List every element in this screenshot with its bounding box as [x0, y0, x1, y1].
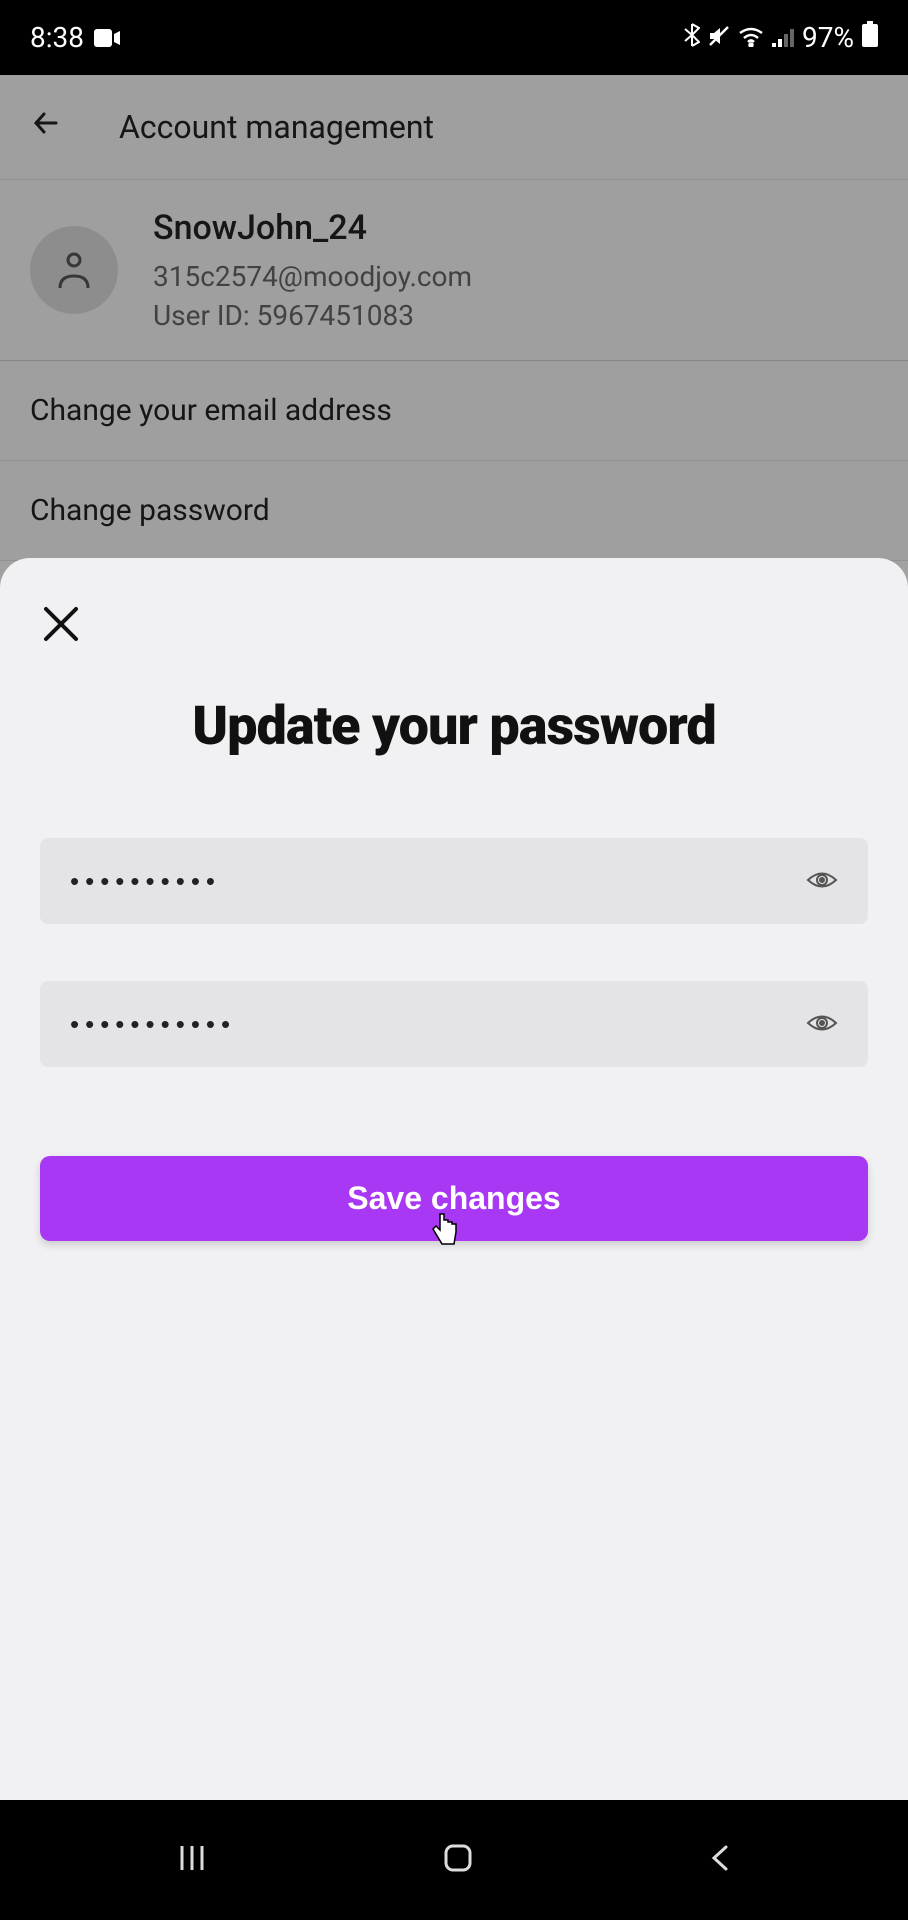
password-field-wrapper-2	[40, 981, 868, 1124]
menu-list: Change your email address Change passwor…	[0, 361, 908, 561]
new-password-input[interactable]	[40, 981, 868, 1067]
save-button[interactable]: Save changes	[40, 1156, 868, 1241]
username: SnowJohn_24	[153, 208, 472, 248]
bluetooth-icon	[684, 21, 700, 54]
eye-icon[interactable]	[806, 1012, 838, 1038]
modal-title: Update your password	[40, 695, 868, 758]
mute-icon	[708, 21, 730, 54]
password-field-wrapper-1	[40, 838, 868, 981]
home-icon[interactable]	[443, 1843, 473, 1877]
user-id: User ID: 5967451083	[153, 299, 472, 332]
back-icon[interactable]	[710, 1843, 730, 1877]
status-time: 8:38	[30, 21, 84, 54]
camera-recording-icon	[94, 21, 120, 54]
recents-icon[interactable]	[178, 1844, 206, 1876]
current-password-input[interactable]	[40, 838, 868, 924]
avatar	[30, 226, 118, 314]
status-left: 8:38	[30, 21, 120, 54]
menu-item-change-email[interactable]: Change your email address	[0, 361, 908, 461]
user-section: SnowJohn_24 315c2574@moodjoy.com User ID…	[0, 180, 908, 361]
signal-icon	[772, 21, 794, 54]
user-email: 315c2574@moodjoy.com	[153, 260, 472, 293]
status-right: 97%	[684, 21, 878, 54]
battery-icon	[862, 21, 878, 54]
eye-icon[interactable]	[806, 869, 838, 895]
update-password-modal: Update your password Save changes	[0, 558, 908, 1800]
system-nav-bar	[0, 1800, 908, 1920]
status-bar: 8:38 97%	[0, 0, 908, 75]
menu-item-change-password[interactable]: Change password	[0, 461, 908, 561]
close-icon[interactable]	[40, 603, 82, 655]
wifi-icon	[738, 21, 764, 54]
user-info: SnowJohn_24 315c2574@moodjoy.com User ID…	[153, 208, 472, 332]
page-title: Account management	[119, 108, 434, 146]
back-arrow-icon[interactable]	[30, 106, 64, 149]
battery-percent: 97%	[802, 21, 854, 54]
app-header: Account management	[0, 75, 908, 180]
